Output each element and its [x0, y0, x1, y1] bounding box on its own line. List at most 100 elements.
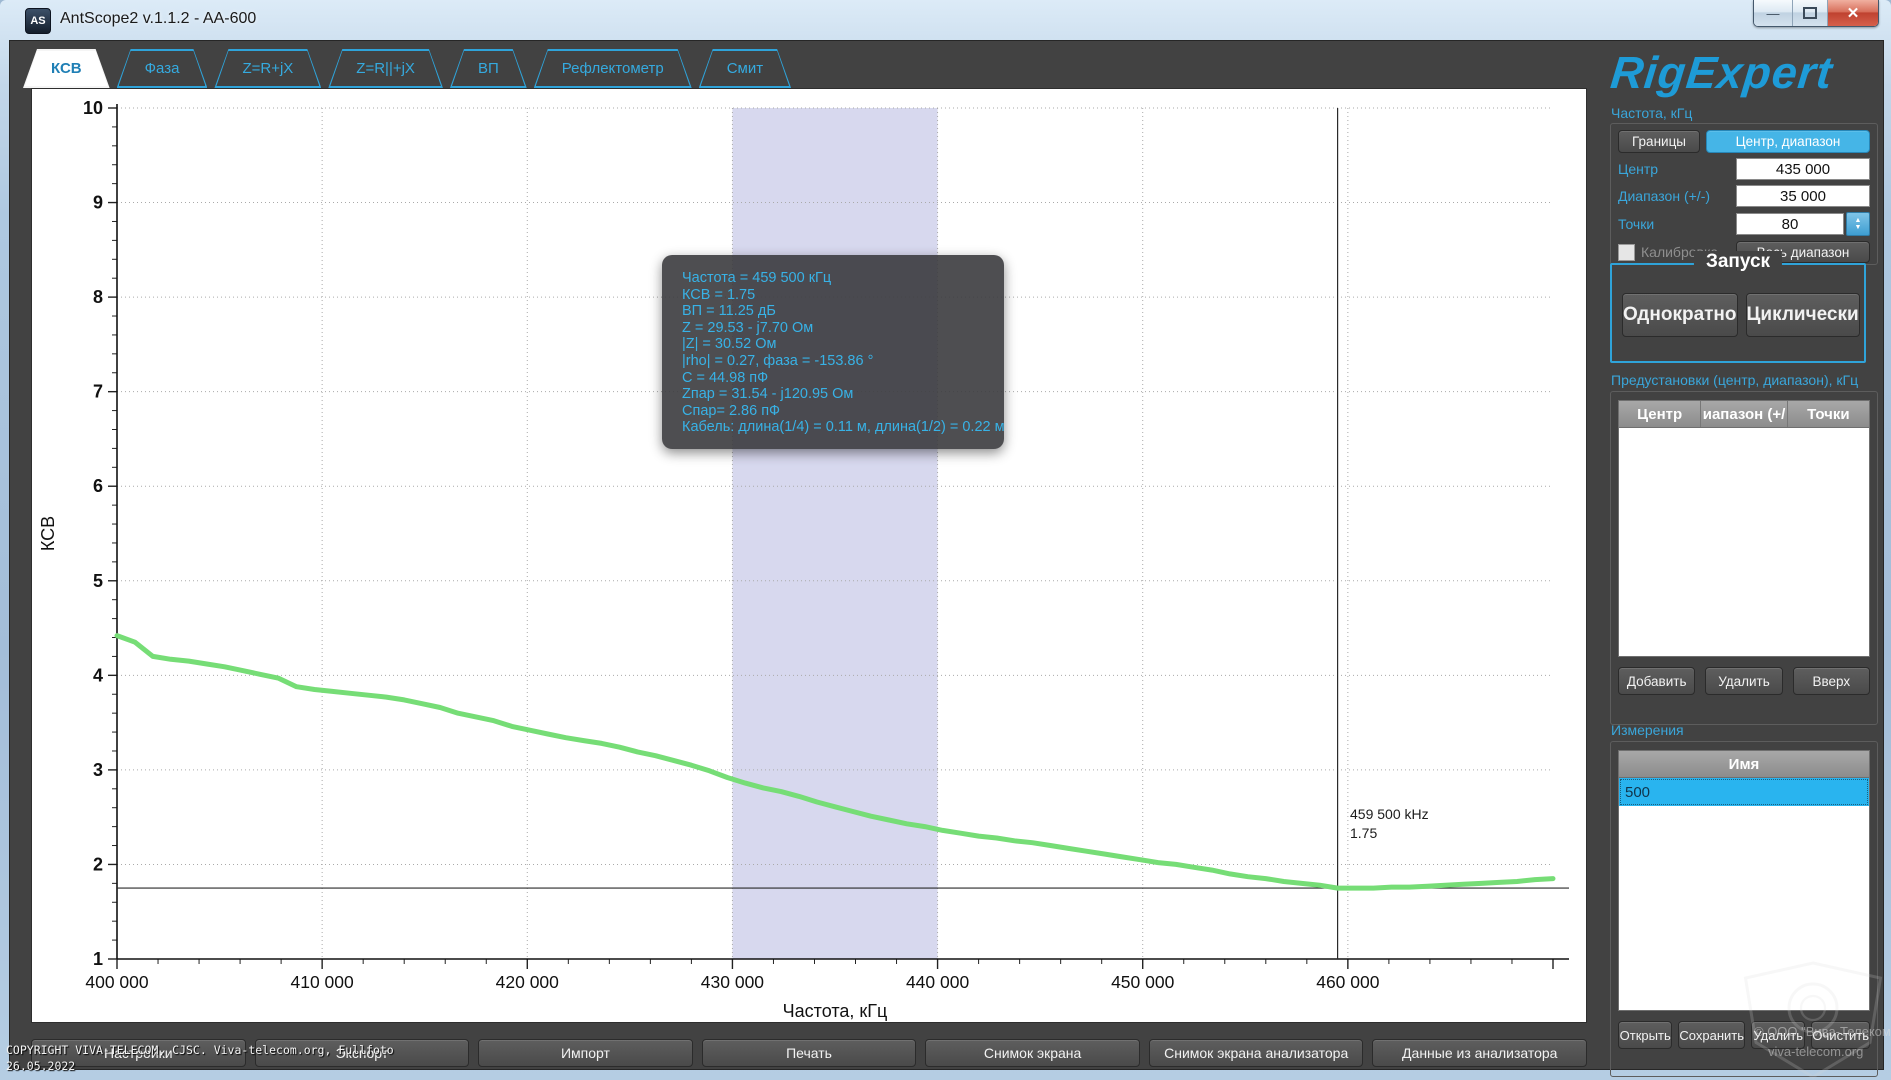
sidebar: RigExpert Частота, кГц Границы Центр, ди…: [1597, 41, 1883, 1067]
preset-up-button[interactable]: Вверх: [1793, 667, 1870, 695]
tab-label: Рефлектометр: [536, 51, 690, 86]
app-icon: AS: [25, 8, 51, 34]
x-tick-label: 450 000: [1111, 972, 1175, 992]
y-tick-label: 6: [93, 476, 103, 496]
toolbar-button[interactable]: Печать: [702, 1039, 917, 1067]
tab-ВП[interactable]: ВП: [450, 49, 527, 88]
y-tick-label: 4: [93, 665, 103, 685]
measurement-tooltip: Частота = 459 500 кГцКСВ = 1.75ВП = 11.2…: [662, 255, 1004, 449]
run-single-button[interactable]: Однократно: [1622, 293, 1738, 337]
maximize-button[interactable]: [1793, 0, 1828, 26]
x-tick-label: 430 000: [701, 972, 765, 992]
tooltip-line: Zпар = 31.54 - j120.95 Ом: [682, 386, 1004, 403]
tab-label: Z=R||+jX: [330, 51, 441, 86]
run-cyclic-button[interactable]: Циклически: [1746, 293, 1860, 337]
x-tick-label: 440 000: [906, 972, 970, 992]
y-tick-label: 1: [93, 949, 103, 969]
bounds-mode-button[interactable]: Границы: [1618, 130, 1700, 153]
tooltip-line: C = 44.98 пФ: [682, 370, 1004, 387]
cursor-annotation-line: 1.75: [1350, 824, 1429, 843]
center-span-mode-button[interactable]: Центр, диапазон: [1706, 130, 1870, 153]
tab-label: КСВ: [25, 51, 108, 86]
tab-label: ВП: [452, 51, 525, 86]
run-group: Запуск Однократно Циклически: [1610, 263, 1866, 363]
tooltip-line: Частота = 459 500 кГц: [682, 270, 1004, 287]
points-spinner[interactable]: ▲▼: [1846, 212, 1870, 236]
tab-Рефлектометр[interactable]: Рефлектометр: [534, 49, 692, 88]
spinner-down-icon: ▼: [1855, 224, 1862, 231]
tooltip-line: Кабель: длина(1/4) = 0.11 м, длина(1/2) …: [682, 419, 1004, 436]
preset-delete-button[interactable]: Удалить: [1705, 667, 1782, 695]
measurements-table-body[interactable]: 500: [1618, 778, 1870, 1011]
maximize-icon: [1803, 7, 1817, 19]
toolbar-button[interactable]: Данные из анализатора: [1372, 1039, 1587, 1067]
tab-strip: КСВ Фаза Z=R+jX Z=R||+jX ВП Рефлектометр Смит: [23, 49, 791, 86]
tab-КСВ[interactable]: КСВ: [23, 49, 110, 88]
window-title: AntScope2 v.1.1.2 - AA-600: [60, 10, 256, 28]
tab-label: Смит: [701, 51, 789, 86]
frequency-group: Границы Центр, диапазон Центр 435 000 Ди…: [1610, 123, 1878, 265]
measurement-row-500[interactable]: 500: [1619, 778, 1869, 806]
tooltip-line: ВП = 11.25 дБ: [682, 303, 1004, 320]
tab-Z=R+jX[interactable]: Z=R+jX: [214, 49, 321, 88]
swr-chart[interactable]: 400 000 410 000 420 000 430 000 440 000 450 0…: [32, 89, 1586, 1022]
x-tick-label: 420 000: [496, 972, 560, 992]
toolbar-button[interactable]: Снимок экрана анализатора: [1149, 1039, 1364, 1067]
measurements-group: Имя 500 Открыть Сохранить Удалить Очисти…: [1610, 741, 1878, 1077]
tab-Смит[interactable]: Смит: [699, 49, 791, 88]
swr-chart-panel[interactable]: 400 000 410 000 420 000 430 000 440 000 450 0…: [31, 88, 1587, 1023]
presets-col-points: Точки: [1788, 401, 1869, 427]
tab-label: Фаза: [119, 51, 206, 86]
rigexpert-logo: RigExpert: [1608, 47, 1835, 99]
x-tick-label: 410 000: [291, 972, 355, 992]
calibration-checkbox[interactable]: [1618, 244, 1635, 261]
measurements-section-label: Измерения: [1611, 722, 1684, 738]
presets-group: Центр иапазон (+/ Точки Добавить Удалить…: [1610, 391, 1878, 725]
tooltip-line: Спар= 2.86 пФ: [682, 403, 1004, 420]
y-tick-label: 10: [83, 98, 103, 118]
window-controls: — ✕: [1753, 0, 1879, 27]
selection-band: [732, 108, 937, 959]
titlebar[interactable]: AS AntScope2 v.1.1.2 - AA-600 — ✕: [0, 0, 1891, 40]
toolbar-button[interactable]: Снимок экрана: [925, 1039, 1140, 1067]
tab-label: Z=R+jX: [216, 51, 319, 86]
tooltip-line: |rho| = 0.27, фаза = -153.86 °: [682, 353, 1004, 370]
toolbar-button[interactable]: Импорт: [478, 1039, 693, 1067]
y-tick-label: 7: [93, 382, 103, 402]
frequency-section-label: Частота, кГц: [1611, 105, 1692, 121]
run-group-title: Запуск: [1694, 251, 1782, 273]
tab-Z=R||+jX[interactable]: Z=R||+jX: [328, 49, 443, 88]
span-input[interactable]: 35 000: [1736, 185, 1870, 207]
measurement-clear-button[interactable]: Очистить: [1811, 1021, 1870, 1049]
cursor-annotation-line: 459 500 kHz: [1350, 805, 1429, 824]
points-input[interactable]: 80: [1736, 213, 1844, 235]
preset-add-button[interactable]: Добавить: [1618, 667, 1695, 695]
tooltip-line: КСВ = 1.75: [682, 287, 1004, 304]
y-tick-label: 3: [93, 760, 103, 780]
presets-col-span: иапазон (+/: [1701, 401, 1787, 427]
tooltip-line: |Z| = 30.52 Ом: [682, 336, 1004, 353]
points-label: Точки: [1618, 216, 1736, 232]
measurement-delete-button[interactable]: Удалить: [1751, 1021, 1805, 1049]
span-label: Диапазон (+/-): [1618, 188, 1736, 204]
minimize-button[interactable]: —: [1754, 0, 1793, 26]
y-tick-label: 5: [93, 571, 103, 591]
measurements-col-name: Имя: [1618, 750, 1870, 778]
center-input[interactable]: 435 000: [1736, 158, 1870, 180]
presets-col-center: Центр: [1619, 401, 1701, 427]
center-label: Центр: [1618, 161, 1736, 177]
copyright-overlay: COPYRIGHT VIVA-TELECOM, CJSC. Viva-telec…: [6, 1042, 394, 1074]
y-tick-label: 9: [93, 193, 103, 213]
y-tick-label: 2: [93, 854, 103, 874]
measurement-open-button[interactable]: Открыть: [1618, 1021, 1672, 1049]
x-tick-label: 400 000: [85, 972, 149, 992]
tab-Фаза[interactable]: Фаза: [117, 49, 208, 88]
presets-table-body[interactable]: [1618, 428, 1870, 657]
cursor-annotation: 459 500 kHz1.75: [1350, 805, 1429, 843]
measurement-save-button[interactable]: Сохранить: [1678, 1021, 1745, 1049]
close-button[interactable]: ✕: [1828, 0, 1878, 26]
spinner-up-icon: ▲: [1855, 217, 1862, 224]
x-tick-label: 460 000: [1316, 972, 1380, 992]
x-axis-title: Частота, кГц: [783, 1001, 888, 1021]
presets-section-label: Предустановки (центр, диапазон), кГц: [1611, 372, 1858, 388]
